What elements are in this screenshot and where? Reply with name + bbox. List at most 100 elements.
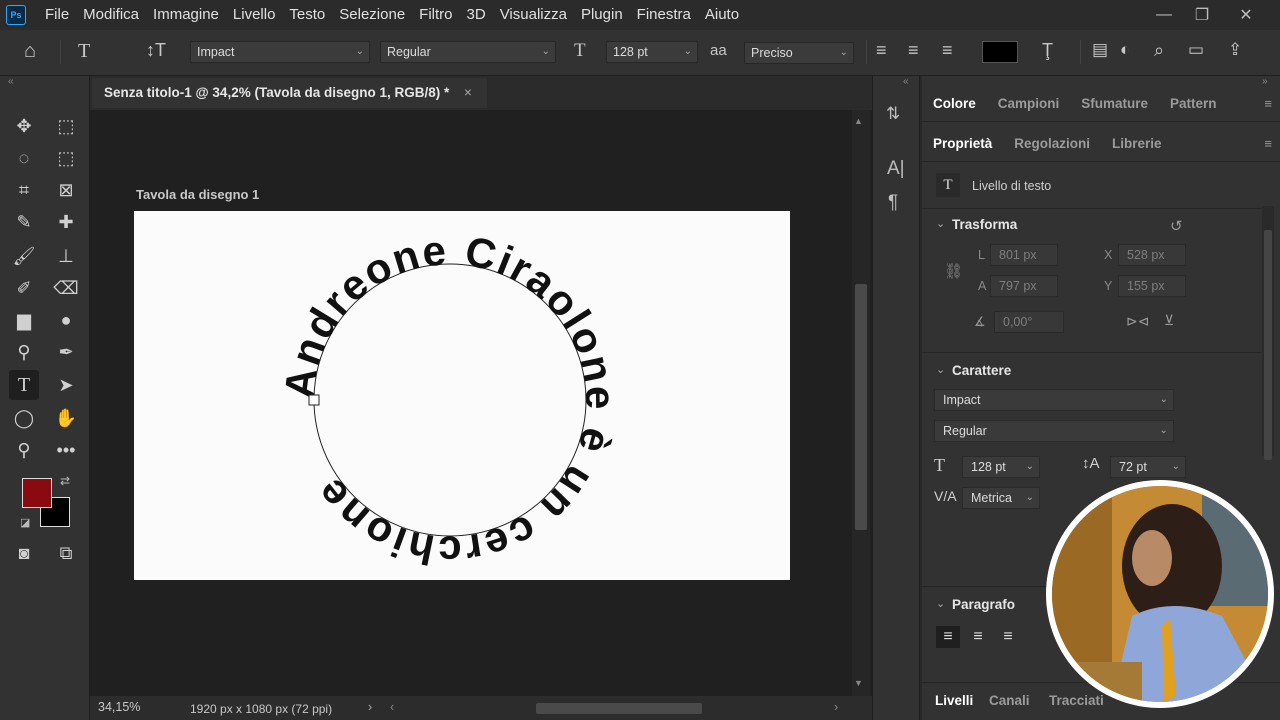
- foreground-color-front[interactable]: [22, 478, 52, 508]
- tab-libraries[interactable]: Librerie: [1101, 136, 1173, 151]
- menu-type[interactable]: Testo: [282, 0, 332, 30]
- zoom-level[interactable]: 34,15%: [98, 700, 140, 714]
- angle-field[interactable]: 0,00°: [994, 311, 1064, 333]
- zoom-tool-icon[interactable]: ⚲: [9, 435, 39, 465]
- type-tool-icon[interactable]: T: [9, 370, 39, 400]
- menu-filter[interactable]: Filtro: [412, 0, 459, 30]
- artboard-marquee-icon[interactable]: ⬚: [51, 111, 81, 141]
- menu-help[interactable]: Aiuto: [698, 0, 746, 30]
- character-kerning-field[interactable]: Metrica ⌄: [962, 487, 1040, 509]
- paragraph-panel-icon[interactable]: ¶: [888, 192, 898, 214]
- move-tool-icon[interactable]: ✥: [9, 111, 39, 141]
- warp-text-icon[interactable]: Ţ: [1042, 40, 1053, 61]
- scroll-right-icon[interactable]: ›: [834, 700, 838, 714]
- home-icon[interactable]: ⌂: [24, 40, 36, 63]
- history-panel-icon[interactable]: ⇅: [886, 104, 900, 124]
- blur-tool-icon[interactable]: ●: [51, 305, 81, 335]
- reset-icon[interactable]: ↺: [1170, 217, 1183, 235]
- text-color-swatch[interactable]: [982, 41, 1018, 63]
- antialias-select[interactable]: Preciso ⌄: [744, 42, 854, 64]
- horizontal-scroll-thumb[interactable]: [536, 703, 702, 714]
- text-orientation-icon[interactable]: ↕T: [146, 40, 166, 61]
- menu-file[interactable]: File: [38, 0, 76, 30]
- tab-layers[interactable]: Livelli: [924, 693, 984, 708]
- menu-image[interactable]: Immagine: [146, 0, 226, 30]
- scroll-left-icon[interactable]: ‹: [390, 700, 394, 714]
- tab-channels[interactable]: Canali: [978, 693, 1041, 708]
- tab-adjustments[interactable]: Regolazioni: [1003, 136, 1101, 151]
- align-center-icon[interactable]: ≡: [908, 40, 919, 61]
- object-selection-icon[interactable]: ⬚: [51, 143, 81, 173]
- character-font-select[interactable]: Impact ⌄: [934, 389, 1174, 411]
- artboard-canvas[interactable]: Andreone Ciraolone è un cerchione: [134, 211, 790, 580]
- collapse-icon[interactable]: «: [8, 76, 14, 87]
- crop-tool-icon[interactable]: ⌗: [9, 175, 39, 205]
- eyedropper-icon[interactable]: ✎: [9, 207, 39, 237]
- x-field[interactable]: 528 px: [1118, 244, 1186, 266]
- align-right-icon[interactable]: ≡: [942, 40, 953, 61]
- character-leading-field[interactable]: 72 pt ⌄: [1110, 456, 1186, 478]
- menu-window[interactable]: Finestra: [630, 0, 698, 30]
- menu-edit[interactable]: Modifica: [76, 0, 146, 30]
- share-icon[interactable]: ⇪: [1228, 40, 1242, 60]
- path-start-handle[interactable]: [308, 394, 320, 406]
- width-field[interactable]: 801 px: [990, 244, 1058, 266]
- search-icon[interactable]: ⌕: [1154, 40, 1164, 61]
- artboard-label[interactable]: Tavola da disegno 1: [136, 187, 259, 202]
- swap-colors-icon[interactable]: ⇄: [60, 474, 70, 488]
- height-field[interactable]: 797 px: [990, 275, 1058, 297]
- default-colors-icon[interactable]: ◪: [20, 516, 30, 529]
- minimize-icon[interactable]: —: [1144, 0, 1184, 30]
- ellipse-tool-icon[interactable]: ◯: [9, 403, 39, 433]
- brush-tool-icon[interactable]: 🖌: [9, 241, 39, 271]
- link-icon[interactable]: ⛓: [944, 262, 963, 280]
- gradient-tool-icon[interactable]: ▆: [9, 305, 39, 335]
- vertical-scroll-thumb[interactable]: [855, 284, 867, 530]
- properties-scrollbar[interactable]: [1262, 206, 1274, 460]
- healing-brush-icon[interactable]: ✚: [51, 207, 81, 237]
- character-panel-icon[interactable]: ▤: [1092, 40, 1108, 60]
- status-menu-icon[interactable]: ›: [368, 700, 372, 714]
- eraser-icon[interactable]: ⌫: [51, 273, 81, 303]
- paragraph-align-center-icon[interactable]: ≡: [966, 626, 990, 648]
- font-style-select[interactable]: Regular ⌄: [380, 41, 556, 63]
- transform-section-header[interactable]: ⌄ Trasforma ↺: [936, 217, 1236, 237]
- pen-tool-icon[interactable]: ✒: [51, 337, 81, 367]
- workspace-icon[interactable]: ▭: [1188, 40, 1204, 60]
- 3d-icon[interactable]: ◐: [1120, 40, 1130, 60]
- panel-menu-icon[interactable]: ≡: [1264, 96, 1272, 111]
- clone-stamp-icon[interactable]: ⊥: [51, 241, 81, 271]
- menu-plugins[interactable]: Plugin: [574, 0, 630, 30]
- vertical-scrollbar[interactable]: ▲ ▼: [852, 110, 870, 696]
- tab-color[interactable]: Colore: [922, 96, 987, 111]
- history-brush-icon[interactable]: ✐: [9, 273, 39, 303]
- hand-tool-icon[interactable]: ✋: [51, 403, 81, 433]
- tab-paths[interactable]: Tracciati: [1038, 693, 1115, 708]
- align-left-icon[interactable]: ≡: [876, 40, 887, 61]
- restore-icon[interactable]: ❐: [1182, 0, 1222, 30]
- close-tab-icon[interactable]: ×: [464, 78, 472, 108]
- character-size-field[interactable]: 128 pt ⌄: [962, 456, 1040, 478]
- menu-view[interactable]: Visualizza: [493, 0, 574, 30]
- tab-patterns[interactable]: Pattern: [1159, 96, 1228, 111]
- screen-mode-icon[interactable]: ⧉: [51, 538, 81, 568]
- scroll-down-icon[interactable]: ▼: [854, 678, 863, 688]
- properties-scroll-thumb[interactable]: [1264, 230, 1272, 460]
- expand-panels-icon[interactable]: «: [903, 76, 909, 87]
- more-tools-icon[interactable]: •••: [51, 435, 81, 465]
- menu-select[interactable]: Selezione: [332, 0, 412, 30]
- menu-3d[interactable]: 3D: [460, 0, 493, 30]
- tab-swatches[interactable]: Campioni: [987, 96, 1071, 111]
- quick-mask-icon[interactable]: ◙: [9, 538, 39, 568]
- frame-tool-icon[interactable]: ⊠: [51, 175, 81, 205]
- close-window-icon[interactable]: ✕: [1226, 0, 1266, 30]
- type-tool-preset-icon[interactable]: T: [78, 40, 90, 63]
- tab-properties[interactable]: Proprietà: [922, 136, 1003, 151]
- tab-gradients[interactable]: Sfumature: [1070, 96, 1159, 111]
- font-size-select[interactable]: 128 pt ⌄: [606, 41, 698, 63]
- font-family-select[interactable]: Impact ⌄: [190, 41, 370, 63]
- character-section-header[interactable]: ⌄ Carattere: [936, 363, 1236, 383]
- paragraph-align-right-icon[interactable]: ≡: [996, 626, 1020, 648]
- flip-vertical-icon[interactable]: ⊻: [1164, 312, 1174, 329]
- menu-layer[interactable]: Livello: [226, 0, 283, 30]
